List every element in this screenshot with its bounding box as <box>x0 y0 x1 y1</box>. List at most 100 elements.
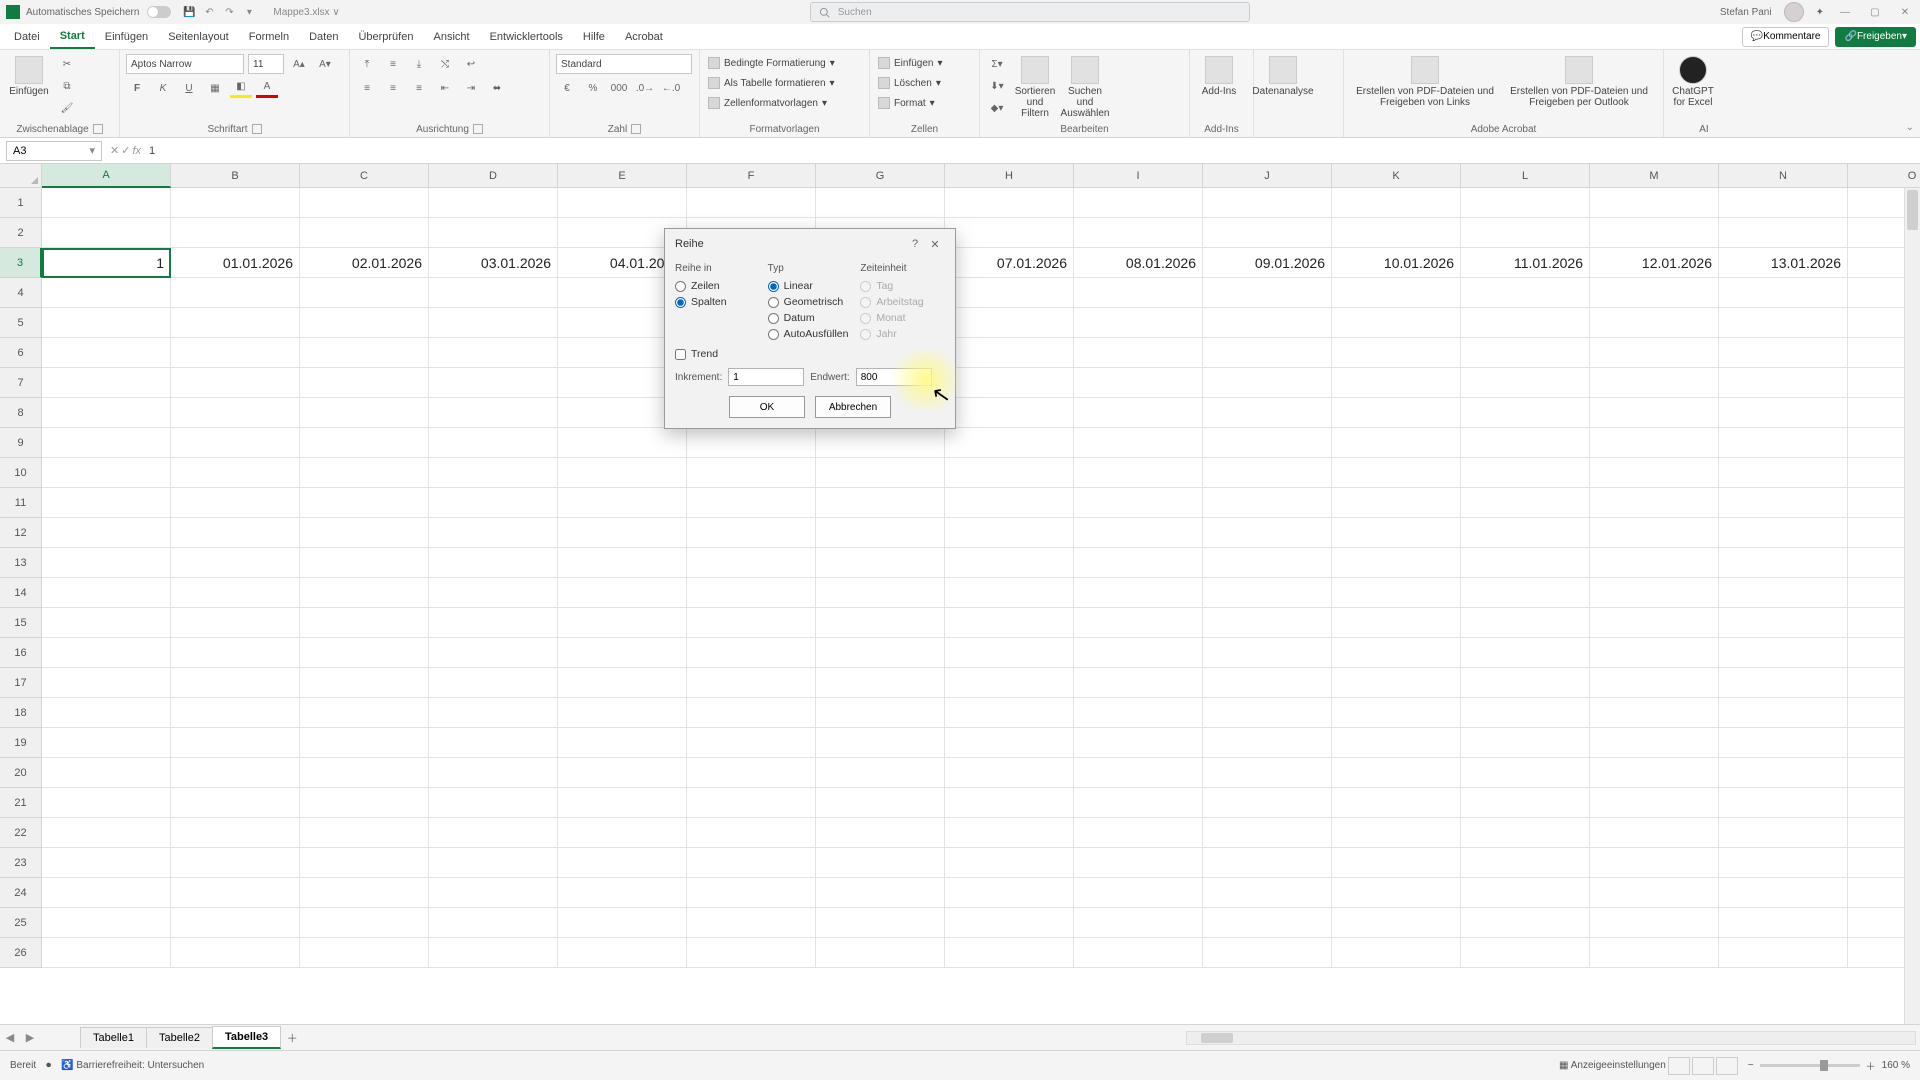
cell[interactable] <box>1719 518 1848 548</box>
cell[interactable] <box>42 278 171 308</box>
cell[interactable] <box>429 488 558 518</box>
cell[interactable] <box>42 488 171 518</box>
cell[interactable] <box>1461 758 1590 788</box>
copy-icon[interactable]: ⧉ <box>56 76 78 96</box>
cell[interactable]: 13.01.2026 <box>1719 248 1848 278</box>
cell[interactable] <box>429 548 558 578</box>
cell[interactable] <box>1461 458 1590 488</box>
format-as-table-button[interactable]: Als Tabelle formatieren ▾ <box>706 74 837 92</box>
cell[interactable] <box>171 608 300 638</box>
column-header[interactable]: B <box>171 164 300 188</box>
zoom-slider[interactable] <box>1760 1064 1860 1067</box>
delete-cells-button[interactable]: Löschen ▾ <box>876 74 945 92</box>
cell[interactable] <box>1074 728 1203 758</box>
cell[interactable]: 10.01.2026 <box>1332 248 1461 278</box>
cell[interactable] <box>558 938 687 968</box>
cell[interactable]: 01.01.2026 <box>171 248 300 278</box>
tab-view[interactable]: Ansicht <box>423 24 479 49</box>
column-header[interactable]: D <box>429 164 558 188</box>
cell[interactable] <box>1461 608 1590 638</box>
comments-button[interactable]: 💬 Kommentare <box>1742 27 1830 47</box>
cell[interactable] <box>816 608 945 638</box>
sheet-tab-1[interactable]: Tabelle1 <box>80 1027 147 1048</box>
cell[interactable] <box>1074 668 1203 698</box>
cell[interactable] <box>300 488 429 518</box>
cell[interactable] <box>945 518 1074 548</box>
cell[interactable] <box>1719 848 1848 878</box>
cond-format-button[interactable]: Bedingte Formatierung ▾ <box>706 54 837 72</box>
cancel-button[interactable]: Abbrechen <box>815 396 891 418</box>
cell[interactable] <box>42 398 171 428</box>
row-header[interactable]: 4 <box>0 278 42 308</box>
tab-data[interactable]: Daten <box>299 24 348 49</box>
row-header[interactable]: 25 <box>0 908 42 938</box>
cell[interactable] <box>1203 638 1332 668</box>
cell[interactable] <box>1461 518 1590 548</box>
trend-checkbox[interactable] <box>675 349 686 360</box>
cell[interactable] <box>1203 428 1332 458</box>
tab-acrobat[interactable]: Acrobat <box>615 24 673 49</box>
cell[interactable] <box>171 818 300 848</box>
cell[interactable] <box>429 578 558 608</box>
tab-help[interactable]: Hilfe <box>573 24 615 49</box>
cell-styles-button[interactable]: Zellenformatvorlagen ▾ <box>706 94 837 112</box>
cell[interactable] <box>1074 518 1203 548</box>
row-header[interactable]: 10 <box>0 458 42 488</box>
cell[interactable] <box>816 788 945 818</box>
clipboard-launcher[interactable] <box>93 124 103 134</box>
cell[interactable] <box>171 758 300 788</box>
cell[interactable] <box>558 818 687 848</box>
row-header[interactable]: 3 <box>0 248 42 278</box>
autosum-icon[interactable]: Σ▾ <box>986 54 1008 74</box>
cell[interactable] <box>816 668 945 698</box>
cell[interactable] <box>1332 308 1461 338</box>
column-header[interactable]: O <box>1848 164 1920 188</box>
cell[interactable] <box>687 578 816 608</box>
column-header[interactable]: N <box>1719 164 1848 188</box>
cell[interactable] <box>1074 878 1203 908</box>
merge-icon[interactable]: ⬌ <box>486 78 508 98</box>
row-header[interactable]: 12 <box>0 518 42 548</box>
cell[interactable] <box>1074 458 1203 488</box>
cell[interactable] <box>1203 698 1332 728</box>
row-header[interactable]: 19 <box>0 728 42 758</box>
cell[interactable] <box>300 608 429 638</box>
normal-view-icon[interactable] <box>1668 1057 1690 1075</box>
column-header[interactable]: M <box>1590 164 1719 188</box>
cell[interactable] <box>816 578 945 608</box>
cell[interactable] <box>1203 728 1332 758</box>
cell[interactable] <box>687 428 816 458</box>
paste-button[interactable]: Einfügen <box>6 54 52 99</box>
cell[interactable] <box>1074 368 1203 398</box>
cell[interactable] <box>42 848 171 878</box>
cell[interactable] <box>1332 398 1461 428</box>
cell[interactable] <box>171 878 300 908</box>
column-header[interactable]: J <box>1203 164 1332 188</box>
row-header[interactable]: 15 <box>0 608 42 638</box>
cell[interactable] <box>945 578 1074 608</box>
cell[interactable] <box>1461 278 1590 308</box>
cell[interactable] <box>42 218 171 248</box>
clear-icon[interactable]: ◆▾ <box>986 98 1008 118</box>
cell[interactable] <box>42 788 171 818</box>
cell[interactable] <box>945 728 1074 758</box>
cell[interactable] <box>945 878 1074 908</box>
cell[interactable] <box>300 308 429 338</box>
cell[interactable] <box>1332 368 1461 398</box>
cell[interactable] <box>945 938 1074 968</box>
percent-icon[interactable]: % <box>582 78 604 98</box>
minimize-icon[interactable]: — <box>1836 3 1854 21</box>
cell[interactable] <box>1461 728 1590 758</box>
autosave-toggle[interactable] <box>147 6 171 18</box>
fill-icon[interactable]: ⬇▾ <box>986 76 1008 96</box>
cell[interactable] <box>1074 428 1203 458</box>
cell[interactable] <box>687 758 816 788</box>
align-middle-icon[interactable]: ≡ <box>382 54 404 74</box>
font-launcher[interactable] <box>252 124 262 134</box>
cell[interactable] <box>300 638 429 668</box>
cell[interactable] <box>171 458 300 488</box>
row-header[interactable]: 2 <box>0 218 42 248</box>
cell[interactable] <box>558 698 687 728</box>
page-break-view-icon[interactable] <box>1716 1057 1738 1075</box>
row-header[interactable]: 9 <box>0 428 42 458</box>
